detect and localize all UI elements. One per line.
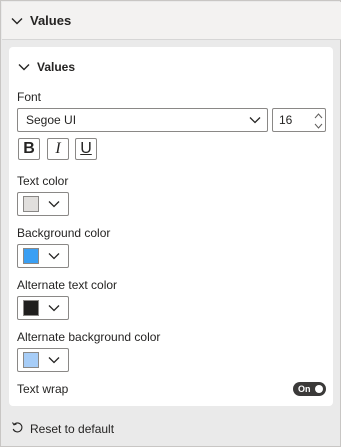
- alternate-background-color-label: Alternate background color: [17, 330, 161, 344]
- font-size-stepper[interactable]: [272, 108, 326, 132]
- background-color-label: Background color: [17, 226, 111, 240]
- values-section-header[interactable]: Values: [2, 2, 341, 40]
- decrement-icon[interactable]: [314, 120, 323, 130]
- chevron-down-icon: [17, 60, 31, 74]
- text-wrap-toggle[interactable]: On: [293, 382, 326, 396]
- color-swatch: [23, 352, 39, 368]
- text-color-picker[interactable]: [17, 192, 69, 216]
- format-pane: Values Values Font Segoe UI 16 B I U Tex…: [0, 0, 341, 447]
- alternate-text-color-picker[interactable]: [17, 296, 69, 320]
- toggle-state: On: [298, 384, 311, 394]
- alternate-background-color-picker[interactable]: [17, 348, 69, 372]
- reset-to-default-button[interactable]: Reset to default: [11, 420, 114, 438]
- chevron-down-icon: [39, 301, 68, 315]
- background-color-picker[interactable]: [17, 244, 69, 268]
- alternate-text-color-label: Alternate text color: [17, 278, 118, 292]
- color-swatch: [23, 196, 39, 212]
- text-color-label: Text color: [17, 174, 69, 188]
- chevron-down-icon: [39, 249, 68, 263]
- card-title: Values: [37, 60, 76, 74]
- chevron-down-icon: [39, 197, 68, 211]
- increment-icon[interactable]: [314, 110, 323, 120]
- section-title: Values: [30, 13, 72, 28]
- reset-label: Reset to default: [30, 422, 115, 436]
- chevron-down-icon: [39, 353, 68, 367]
- values-card: Values Font Segoe UI B I U Text color: [9, 47, 333, 406]
- color-swatch: [23, 248, 39, 264]
- spin-arrows-icon[interactable]: [311, 109, 325, 131]
- text-wrap-label: Text wrap: [17, 382, 69, 396]
- italic-button[interactable]: I: [47, 138, 69, 160]
- toggle-knob: [315, 385, 323, 393]
- chevron-down-icon: [243, 113, 267, 127]
- values-card-header[interactable]: Values: [9, 57, 209, 77]
- font-family-value: Segoe UI: [26, 113, 77, 127]
- color-swatch: [23, 300, 39, 316]
- font-size-input[interactable]: [273, 113, 311, 127]
- undo-icon: [11, 421, 24, 437]
- bold-button[interactable]: B: [18, 138, 40, 160]
- font-family-dropdown[interactable]: Segoe UI: [17, 108, 268, 132]
- chevron-down-icon: [10, 14, 24, 28]
- underline-button[interactable]: U: [75, 138, 97, 160]
- font-label: Font: [17, 90, 42, 104]
